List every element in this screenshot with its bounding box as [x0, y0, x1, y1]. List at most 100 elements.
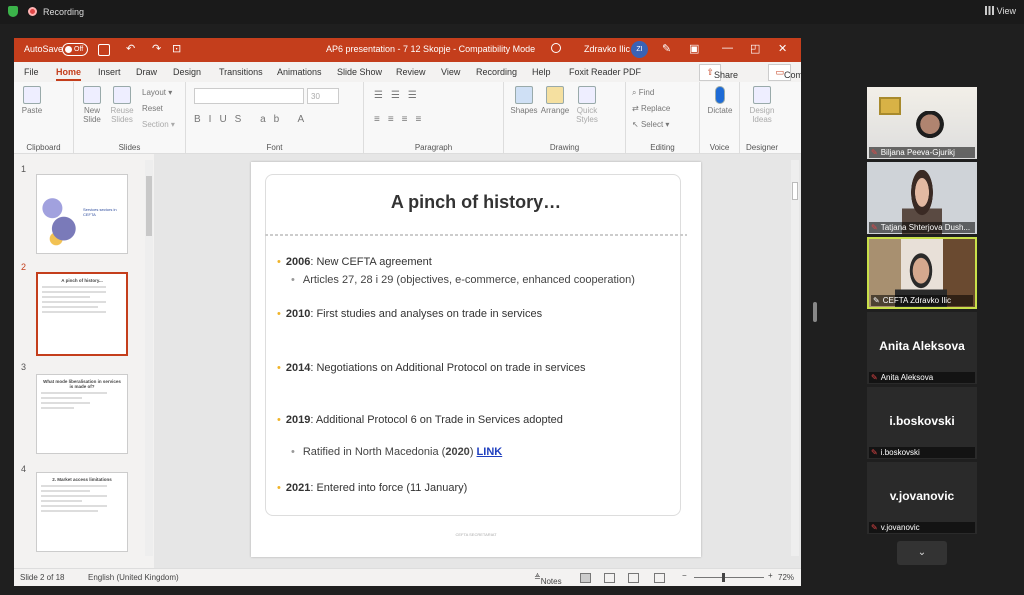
- font-size-input[interactable]: 30: [307, 88, 339, 104]
- replace-button[interactable]: ⇄ Replace: [632, 104, 670, 113]
- voice-label: Voice: [709, 143, 730, 152]
- redo-icon[interactable]: ↷: [152, 42, 161, 55]
- participant-name-tag: ✎ Anita Aleksova: [869, 372, 975, 383]
- slide-thumbnail-4[interactable]: 2. Market access limitations: [36, 472, 128, 552]
- language-status[interactable]: English (United Kingdom): [88, 573, 179, 582]
- slide-scrollbar[interactable]: [791, 160, 799, 556]
- chevron-down-icon[interactable]: ⌄: [897, 541, 947, 565]
- share-button[interactable]: ⇧ Share: [699, 64, 738, 81]
- present-icon[interactable]: ⊡: [172, 42, 181, 55]
- select-button[interactable]: ↖ Select ▾: [632, 120, 669, 129]
- scroll-thumb[interactable]: [792, 182, 798, 200]
- bullet-2014[interactable]: • 2014: Negotiations on Additional Protoc…: [277, 362, 586, 374]
- tab-home[interactable]: Home: [56, 67, 82, 81]
- find-label: Find: [638, 88, 655, 97]
- design-ideas-button[interactable]: Design Ideas: [744, 86, 780, 124]
- minimize-icon[interactable]: —: [722, 42, 733, 54]
- undo-icon[interactable]: ↶: [126, 42, 135, 55]
- paragraph-group: ☰☰☰ ≡≡≡≡ Paragraph: [364, 82, 504, 154]
- tab-help[interactable]: Help: [532, 67, 551, 77]
- security-shield-icon[interactable]: [8, 6, 18, 17]
- participant-tile[interactable]: Anita Aleksova ✎ Anita Aleksova: [867, 312, 977, 384]
- powerpoint-window: AutoSave Off ↶ ↷ ⊡ AP6 presentation - 7 …: [14, 38, 801, 586]
- normal-view-icon[interactable]: [580, 573, 591, 583]
- slide-thumbnail-2[interactable]: A pinch of history...: [36, 272, 128, 356]
- tab-review[interactable]: Review: [396, 67, 426, 77]
- pen-icon[interactable]: ✎: [662, 42, 671, 55]
- participant-tile[interactable]: ✎ Biljana Peeva-Gjurikj: [867, 87, 977, 159]
- shapes-button[interactable]: Shapes: [510, 86, 538, 115]
- find-button[interactable]: ⌕ Find: [632, 88, 654, 98]
- view-button[interactable]: View: [984, 6, 1016, 16]
- slide-thumbnail-3[interactable]: What mode liberalisation in services is …: [36, 374, 128, 454]
- user-name[interactable]: Zdravko Ilic: [584, 44, 630, 54]
- search-icon[interactable]: [551, 43, 561, 53]
- comments-button[interactable]: ▭ Comments: [768, 64, 801, 81]
- slide-sorter-icon[interactable]: [604, 573, 615, 583]
- participant-tile[interactable]: v.jovanovic ✎ v.jovanovic: [867, 462, 977, 534]
- notes-button[interactable]: ≜ Notes: [534, 573, 562, 586]
- align-buttons[interactable]: ≡≡≡≡: [374, 114, 429, 125]
- document-title[interactable]: AP6 presentation - 7 12 Skopje - Compati…: [326, 44, 535, 54]
- reuse-slides-button[interactable]: Reuse Slides: [110, 86, 134, 124]
- tab-design[interactable]: Design: [173, 67, 201, 77]
- tab-draw[interactable]: Draw: [136, 67, 157, 77]
- maximize-icon[interactable]: ◰: [750, 42, 760, 55]
- dictate-button[interactable]: Dictate: [704, 86, 736, 115]
- slide-thumbnail-1[interactable]: Services sectors in CEFTA: [36, 174, 128, 254]
- link-hyperlink[interactable]: LINK: [477, 446, 503, 458]
- slide-canvas[interactable]: A pinch of history… • 2006: New CEFTA agr…: [251, 162, 701, 557]
- reset-button[interactable]: Reset: [142, 104, 163, 113]
- new-slide-button[interactable]: New Slide: [80, 86, 104, 124]
- font-name-input[interactable]: [194, 88, 304, 104]
- font-group: 30 BIUS ab A Font: [186, 82, 364, 154]
- bullet-2021[interactable]: • 2021: Entered into force (11 January): [277, 482, 467, 494]
- avatar[interactable]: ZI: [631, 41, 648, 58]
- save-icon[interactable]: [98, 44, 110, 56]
- bullet-text: : First studies and analyses on trade in…: [310, 308, 543, 320]
- zoom-level[interactable]: 72%: [778, 573, 794, 582]
- close-icon[interactable]: ✕: [778, 42, 787, 55]
- zoom-out-icon[interactable]: −: [682, 571, 687, 580]
- autosave-toggle[interactable]: Off: [62, 43, 88, 56]
- tab-foxit[interactable]: Foxit Reader PDF: [569, 67, 641, 77]
- layout-button[interactable]: Layout ▾: [142, 88, 172, 97]
- tab-slide-show[interactable]: Slide Show: [337, 67, 382, 77]
- zoom-slider-handle[interactable]: [722, 573, 725, 582]
- bullet-2019[interactable]: • 2019: Additional Protocol 6 on Trade in…: [277, 414, 563, 426]
- slide-title[interactable]: A pinch of history…: [251, 192, 701, 213]
- participant-tile[interactable]: ✎ Tatjana Shterjova Dush...: [867, 162, 977, 234]
- paste-button[interactable]: Paste: [20, 86, 44, 115]
- bullet-2010[interactable]: • 2010: First studies and analyses on tra…: [277, 308, 542, 320]
- tab-animations[interactable]: Animations: [277, 67, 322, 77]
- bullet-2006[interactable]: • 2006: New CEFTA agreement: [277, 256, 432, 268]
- grid-view-icon: [984, 6, 994, 15]
- tab-recording[interactable]: Recording: [476, 67, 517, 77]
- section-button[interactable]: Section ▾: [142, 120, 175, 129]
- ribbon-display-icon[interactable]: ▣: [689, 42, 699, 55]
- thumbnails-scrollbar[interactable]: [145, 160, 153, 556]
- zoom-slider[interactable]: [694, 577, 764, 578]
- participant-display-name: i.boskovski: [889, 414, 955, 428]
- scroll-thumb[interactable]: [146, 176, 152, 236]
- list-buttons[interactable]: ☰☰☰: [374, 90, 425, 101]
- quick-styles-button[interactable]: Quick Styles: [574, 86, 600, 124]
- arrange-button[interactable]: Arrange: [540, 86, 570, 115]
- sub-bullet-articles[interactable]: • Articles 27, 28 i 29 (objectives, e-com…: [291, 274, 635, 286]
- arrange-label: Arrange: [540, 106, 570, 115]
- find-icon: ⌕: [632, 88, 637, 97]
- participant-tile[interactable]: i.boskovski ✎ i.boskovski: [867, 387, 977, 459]
- muted-mic-icon: ✎: [871, 223, 878, 232]
- font-format-buttons[interactable]: BIUS ab A: [194, 114, 312, 125]
- zoom-in-icon[interactable]: +: [768, 571, 773, 580]
- tab-view[interactable]: View: [441, 67, 460, 77]
- panel-resize-handle[interactable]: [813, 302, 817, 322]
- design-ideas-icon: [753, 86, 771, 104]
- tab-insert[interactable]: Insert: [98, 67, 121, 77]
- participant-tile-active-speaker[interactable]: ✎ CEFTA Zdravko Ilic: [867, 237, 977, 309]
- tab-file[interactable]: File: [24, 67, 39, 77]
- reading-view-icon[interactable]: [628, 573, 639, 583]
- tab-transitions[interactable]: Transitions: [219, 67, 263, 77]
- sub-bullet-ratified[interactable]: • Ratified in North Macedonia (2020) LINK: [291, 446, 502, 458]
- slideshow-view-icon[interactable]: [654, 573, 665, 583]
